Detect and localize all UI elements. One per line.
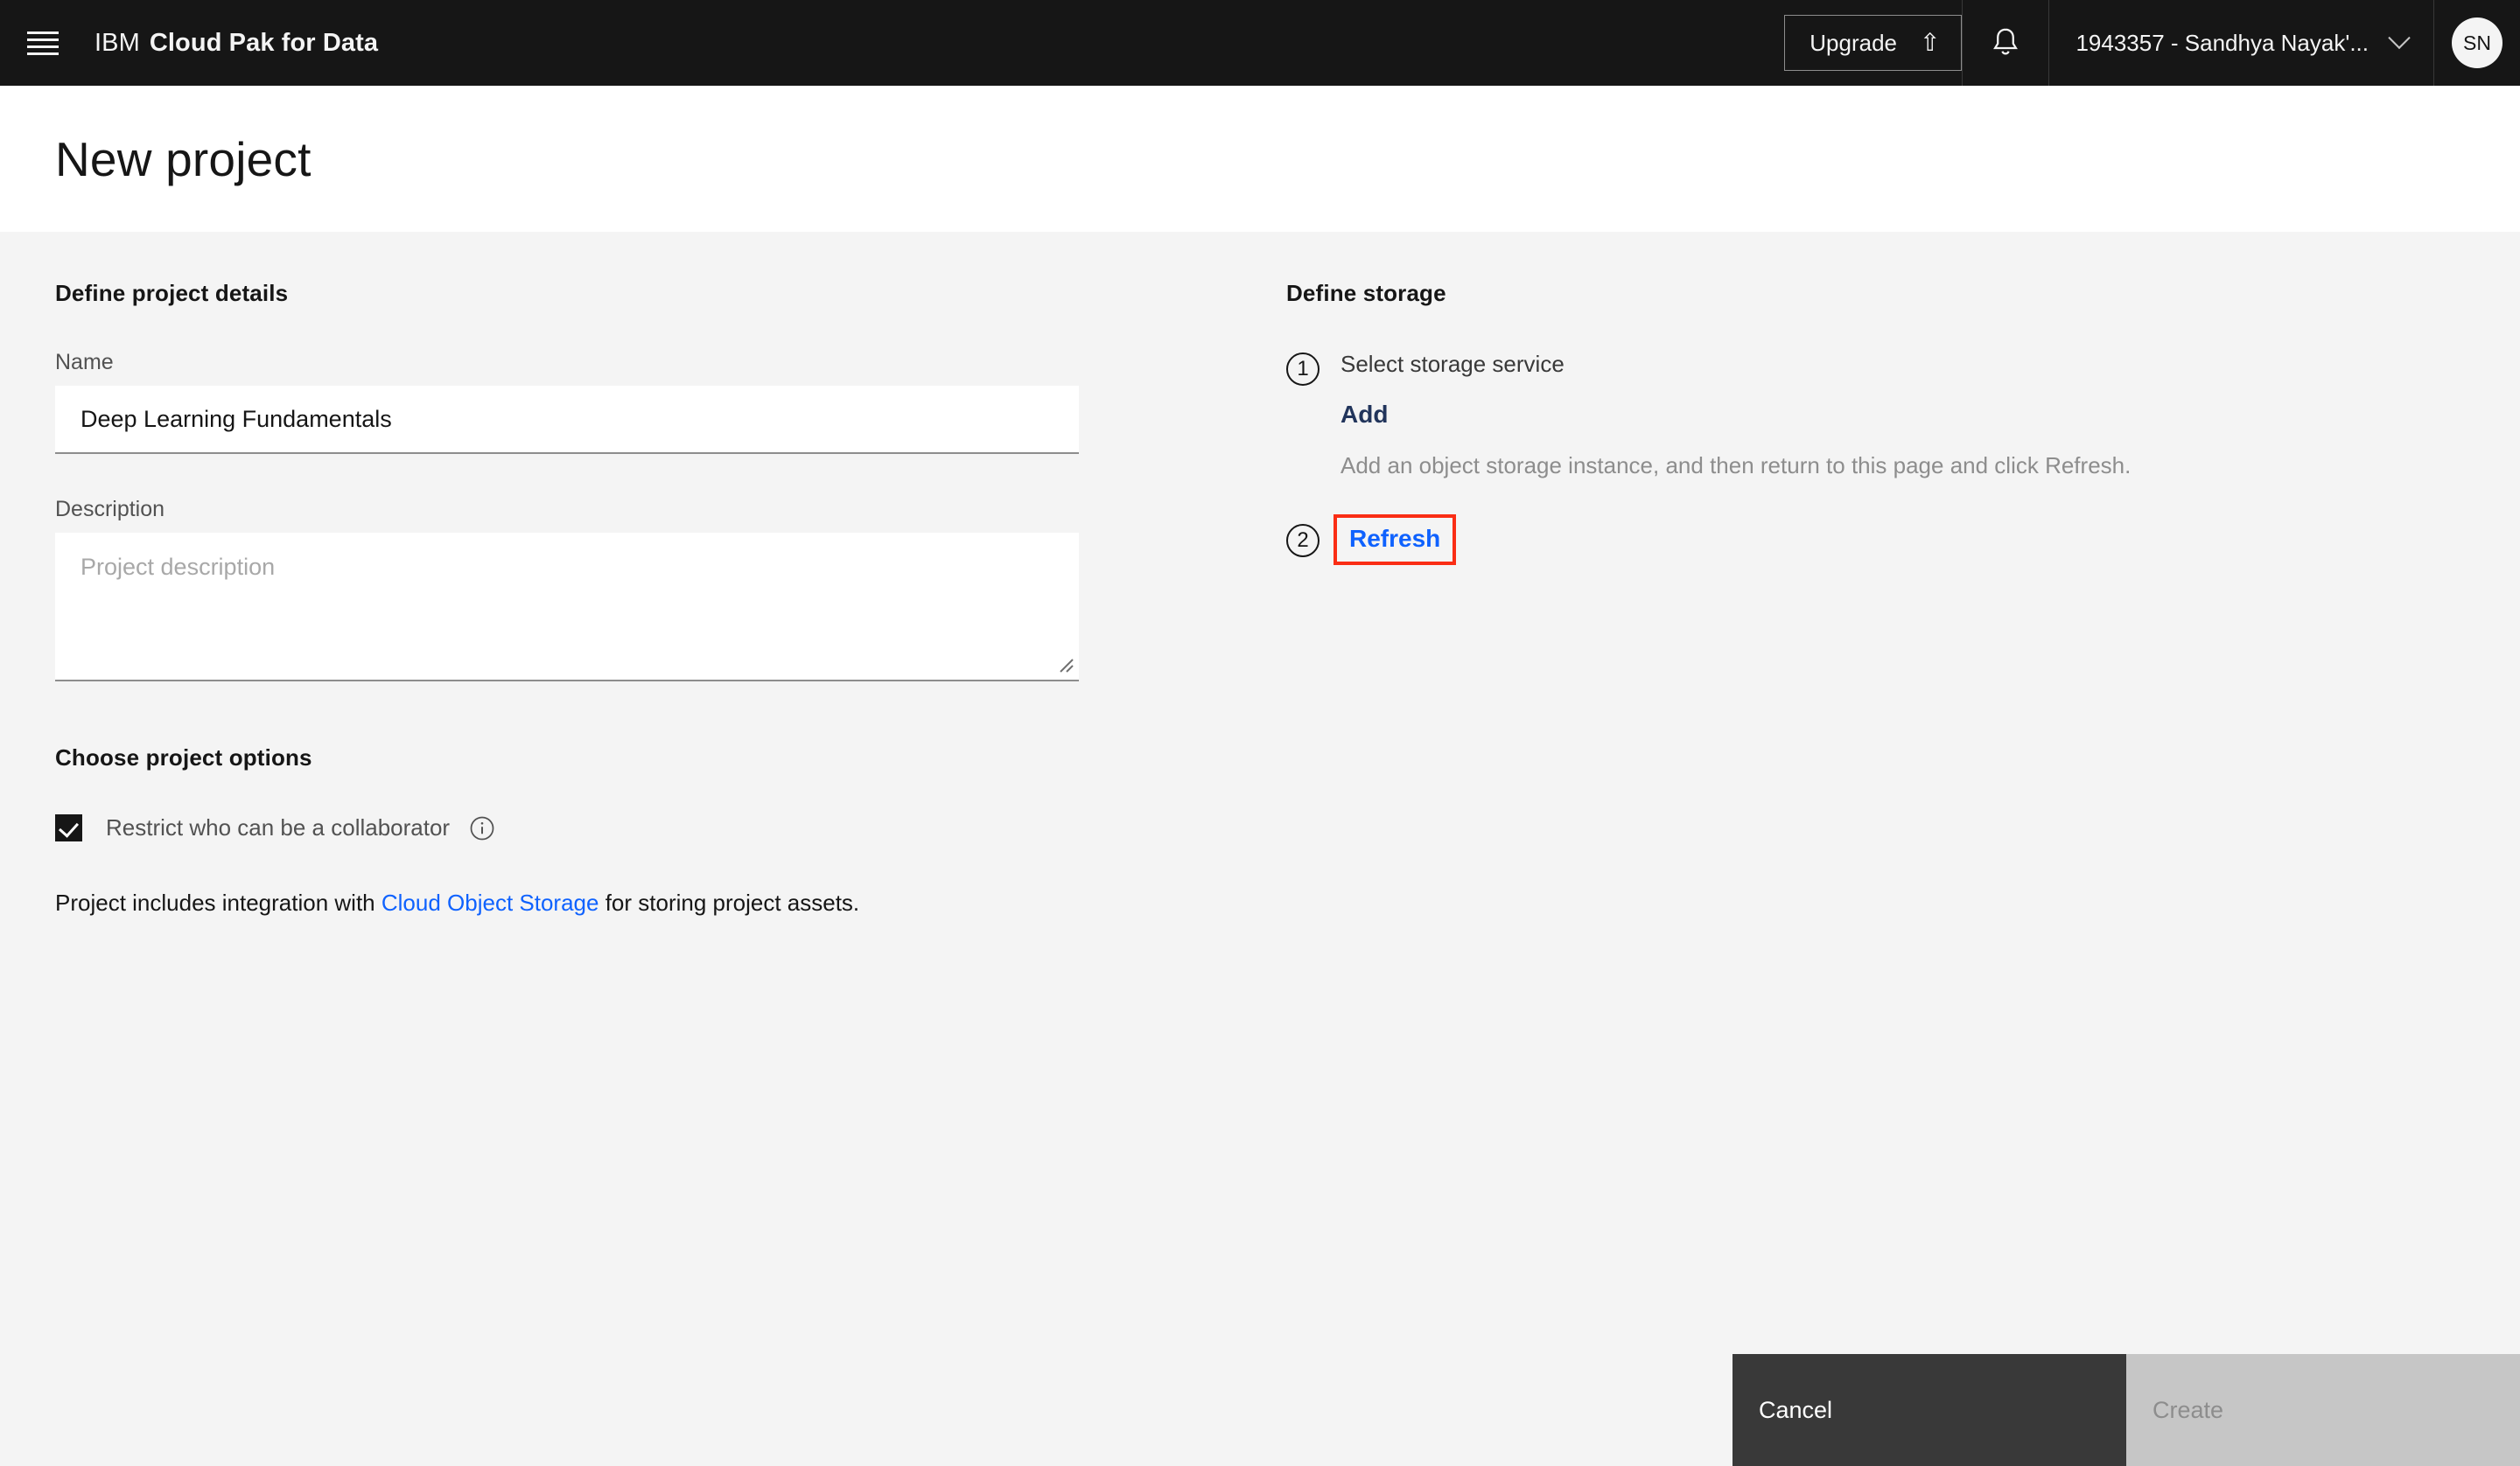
hamburger-menu-button[interactable] [0, 0, 86, 86]
create-button: Create [2126, 1354, 2520, 1466]
step-two-number: 2 [1286, 523, 1320, 557]
page-title: New project [55, 132, 312, 186]
upgrade-button[interactable]: Upgrade ⇧ [1784, 15, 1963, 71]
content-area: Define project details Name Description … [0, 232, 2520, 1466]
storage-step-two: 2 Refresh [1286, 513, 2336, 565]
storage-step-one: 1 Select storage service Add Add an obje… [1286, 351, 2336, 483]
step-one-body: Select storage service Add Add an object… [1340, 351, 2131, 483]
define-storage-column: Define storage 1 Select storage service … [1286, 280, 2336, 565]
hamburger-menu-icon [27, 31, 59, 55]
cloud-object-storage-link[interactable]: Cloud Object Storage [382, 890, 599, 916]
refresh-link[interactable]: Refresh [1349, 525, 1440, 552]
define-storage-heading: Define storage [1286, 280, 1446, 306]
chevron-down-icon [2388, 26, 2411, 50]
global-header: IBM Cloud Pak for Data Upgrade ⇧ 1943357… [0, 0, 2520, 86]
brand-product-name: Cloud Pak for Data [149, 28, 379, 57]
project-description-input[interactable] [55, 533, 1079, 681]
action-bar: Cancel Create [1732, 1354, 2520, 1466]
restrict-collaborator-label: Restrict who can be a collaborator [106, 814, 451, 841]
upgrade-button-label: Upgrade [1810, 29, 1897, 56]
arrow-up-icon: ⇧ [1920, 29, 1941, 56]
page-title-band: New project [0, 86, 2520, 232]
account-label: 1943357 - Sandhya Nayak'... [2076, 29, 2369, 56]
project-name-input[interactable] [55, 386, 1079, 454]
account-selector[interactable]: 1943357 - Sandhya Nayak'... [2049, 0, 2433, 86]
description-wrapper [55, 533, 1079, 681]
integration-note: Project includes integration with Cloud … [55, 887, 1079, 918]
storage-help-text: Add an object storage instance, and then… [1340, 452, 2132, 479]
header-spacer [378, 0, 1784, 86]
bell-icon [1993, 28, 2019, 55]
brand-prefix: IBM [94, 28, 140, 57]
avatar[interactable]: SN [2452, 17, 2502, 68]
choose-project-options-heading: Choose project options [55, 744, 312, 771]
project-details-column: Define project details Name Description … [55, 280, 1079, 918]
integration-text-after: for storing project assets. [598, 890, 860, 916]
avatar-container: SN [2434, 0, 2520, 86]
step-one-number: 1 [1286, 353, 1320, 386]
brand-title[interactable]: IBM Cloud Pak for Data [86, 0, 378, 86]
refresh-highlight-box: Refresh [1334, 513, 1457, 565]
name-field-label: Name [55, 350, 114, 374]
description-field-label: Description [55, 497, 165, 521]
cancel-button[interactable]: Cancel [1732, 1354, 2126, 1466]
integration-text-before: Project includes integration with [55, 890, 382, 916]
define-project-details-heading: Define project details [55, 280, 289, 306]
add-storage-link[interactable]: Add [1340, 401, 1388, 429]
notifications-button[interactable] [1963, 0, 2048, 86]
information-icon[interactable] [469, 815, 495, 841]
step-one-title: Select storage service [1340, 351, 1564, 377]
restrict-collaborator-row: Restrict who can be a collaborator [55, 814, 1079, 841]
restrict-collaborator-checkbox[interactable] [55, 814, 82, 841]
